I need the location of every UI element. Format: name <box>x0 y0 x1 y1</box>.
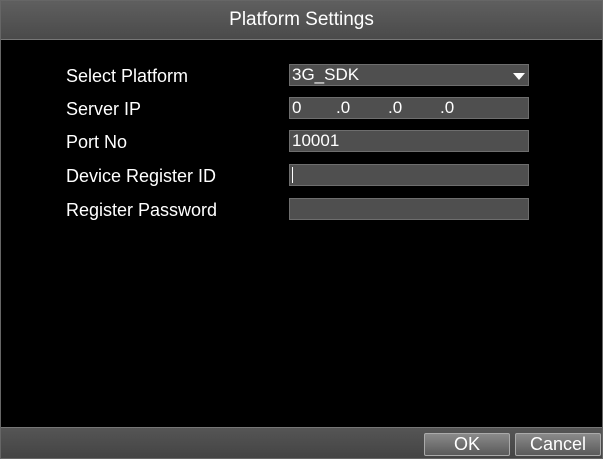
device-register-id-label: Device Register ID <box>66 166 217 186</box>
select-platform-dropdown[interactable]: 3G_SDK <box>289 64 529 86</box>
chevron-down-icon[interactable] <box>513 73 525 80</box>
server-ip-field[interactable]: 0.0.0.0 <box>289 97 529 119</box>
ip-octet-2[interactable]: .0 <box>336 98 388 118</box>
port-no-field[interactable]: 10001 <box>289 130 529 152</box>
ip-octet-4[interactable]: .0 <box>440 98 480 118</box>
platform-form: Select Platform 3G_SDK Server IP 0.0.0.0… <box>1 1 602 458</box>
ip-octet-3[interactable]: .0 <box>388 98 440 118</box>
select-platform-label: Select Platform <box>66 66 189 86</box>
platform-settings-dialog: Platform Settings Select Platform 3G_SDK… <box>0 0 603 459</box>
register-password-field[interactable] <box>289 198 529 220</box>
cancel-button[interactable]: Cancel <box>515 433 601 456</box>
text-caret <box>292 166 293 183</box>
select-platform-value: 3G_SDK <box>292 65 360 84</box>
footer-bar: OK Cancel <box>1 427 602 458</box>
device-register-id-field[interactable] <box>289 164 529 186</box>
server-ip-label: Server IP <box>66 99 142 119</box>
ip-octet-1[interactable]: 0 <box>292 98 336 118</box>
register-password-label: Register Password <box>66 200 218 220</box>
ok-button[interactable]: OK <box>424 433 510 456</box>
port-no-label: Port No <box>66 132 128 152</box>
port-no-value: 10001 <box>292 131 340 150</box>
